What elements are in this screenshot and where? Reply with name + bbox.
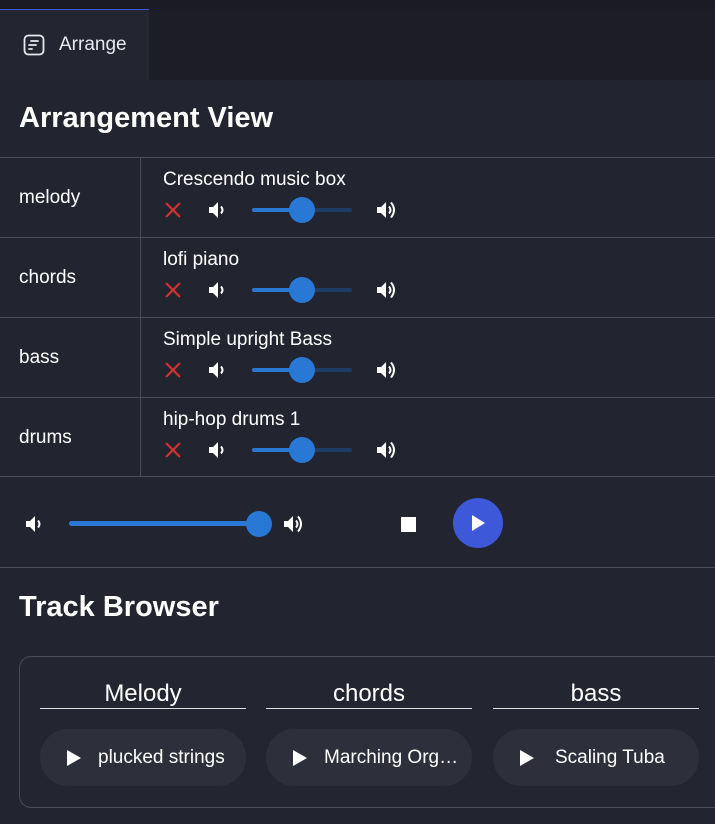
- arrangement-row: melody Crescendo music box: [0, 157, 715, 237]
- master-volume-high-icon[interactable]: [281, 511, 307, 537]
- arrangement-table: melody Crescendo music box chords lofi p…: [0, 157, 715, 477]
- window-top-strip: [0, 0, 715, 9]
- remove-icon[interactable]: [162, 198, 184, 222]
- track-volume-slider[interactable]: [252, 277, 352, 303]
- play-icon: [472, 515, 485, 531]
- volume-low-icon: [209, 362, 224, 378]
- track-volume-slider[interactable]: [252, 197, 352, 223]
- master-slider-thumb[interactable]: [246, 511, 272, 537]
- volume-high-icon[interactable]: [374, 198, 400, 222]
- volume-low-icon: [209, 202, 224, 218]
- stop-button[interactable]: [396, 512, 420, 536]
- play-button[interactable]: [453, 498, 503, 548]
- track-name: Marching Org…: [324, 746, 459, 768]
- arrangement-row: chords lofi piano: [0, 237, 715, 317]
- track-name: Scaling Tuba: [555, 746, 665, 768]
- instrument-name: Crescendo music box: [163, 169, 346, 190]
- volume-low-icon: [209, 282, 224, 298]
- instrument-name: hip-hop drums 1: [163, 409, 301, 430]
- track-chip[interactable]: Marching Org…: [266, 729, 472, 786]
- arrangement-row: drums hip-hop drums 1: [0, 397, 715, 477]
- transport-bar: [0, 478, 715, 568]
- slider-thumb[interactable]: [289, 197, 315, 223]
- track-volume-slider[interactable]: [252, 357, 352, 383]
- play-icon: [293, 749, 307, 766]
- play-icon: [67, 749, 81, 766]
- stop-icon: [400, 516, 416, 532]
- row-part-label: drums: [0, 398, 141, 477]
- volume-high-icon[interactable]: [374, 358, 400, 382]
- track-chip[interactable]: Scaling Tuba: [493, 729, 699, 786]
- row-part-label: bass: [0, 318, 141, 397]
- column-heading: Melody: [40, 679, 246, 709]
- column-heading: bass: [493, 679, 699, 709]
- remove-icon[interactable]: [162, 438, 184, 462]
- volume-high-icon[interactable]: [374, 438, 400, 462]
- track-browser-card: Melody plucked strings chords Marching O…: [19, 656, 715, 808]
- slider-thumb[interactable]: [289, 277, 315, 303]
- remove-icon[interactable]: [162, 358, 184, 382]
- track-name: plucked strings: [98, 746, 225, 768]
- master-volume-slider[interactable]: [69, 511, 272, 537]
- slider-thumb[interactable]: [289, 437, 315, 463]
- remove-icon[interactable]: [162, 278, 184, 302]
- arrangement-view-title: Arrangement View: [19, 102, 274, 134]
- slider-thumb[interactable]: [289, 357, 315, 383]
- tab-bar: Arrange: [0, 9, 715, 80]
- play-icon: [520, 749, 534, 766]
- arrangement-row: bass Simple upright Bass: [0, 317, 715, 397]
- tab-arrange[interactable]: Arrange: [0, 9, 149, 80]
- arrange-icon: [23, 34, 45, 56]
- volume-high-icon[interactable]: [374, 278, 400, 302]
- row-part-label: melody: [0, 158, 141, 237]
- instrument-name: lofi piano: [163, 249, 240, 270]
- track-browser-title: Track Browser: [19, 591, 219, 623]
- column-heading: chords: [266, 679, 472, 709]
- row-part-label: chords: [0, 238, 141, 317]
- master-volume-low-icon: [26, 516, 41, 532]
- instrument-name: Simple upright Bass: [163, 329, 332, 350]
- track-volume-slider[interactable]: [252, 437, 352, 463]
- tab-label: Arrange: [59, 34, 127, 55]
- track-chip[interactable]: plucked strings: [40, 729, 246, 786]
- volume-low-icon: [209, 442, 224, 458]
